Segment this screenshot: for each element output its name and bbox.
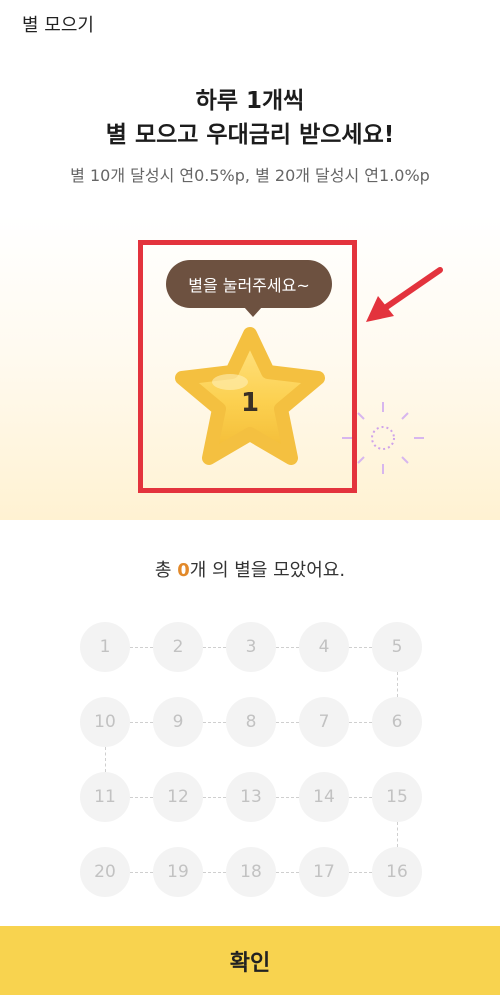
stamp-8: 8 [226,697,276,747]
tap-star-tooltip: 별을 눌러주세요~ [166,260,332,317]
stamp-2: 2 [153,622,203,672]
stamp-7: 7 [299,697,349,747]
stamp-12: 12 [153,772,203,822]
stamp-6: 6 [372,697,422,747]
stamp-5: 5 [372,622,422,672]
count-prefix: 총 [154,560,178,581]
stamp-15: 15 [372,772,422,822]
collected-count: 0 [177,560,190,581]
stamp-18: 18 [226,847,276,897]
stamp-grid: 1 2 3 4 5 10 9 8 7 6 11 12 13 14 15 20 1… [0,620,500,910]
tooltip-text: 별을 눌러주세요~ [188,276,310,295]
stamp-17: 17 [299,847,349,897]
headline-line-2: 별 모으고 우대금리 받으세요! [105,122,395,148]
stamp-3: 3 [226,622,276,672]
collected-count-text: 총 0개 의 별을 모았어요. [0,556,500,582]
intro-section: 하루 1개씩 별 모으고 우대금리 받으세요! 별 10개 달성시 연0.5%p… [0,84,500,186]
sparkle-icon [342,402,424,474]
stamp-16: 16 [372,847,422,897]
collect-star-button[interactable]: 1 [170,320,330,470]
count-suffix: 개 의 별을 모았어요. [189,560,346,581]
stamp-11: 11 [80,772,130,822]
stamp-9: 9 [153,697,203,747]
stamp-19: 19 [153,847,203,897]
stamp-10: 10 [80,697,130,747]
stamp-13: 13 [226,772,276,822]
confirm-button[interactable]: 확인 [0,926,500,995]
star-count-number: 1 [240,388,260,418]
pointer-arrow-icon [366,267,443,322]
top-bar: 별 모으기 [0,0,500,48]
stamp-1: 1 [80,622,130,672]
benefit-description: 별 10개 달성시 연0.5%p, 별 20개 달성시 연1.0%p [70,166,430,185]
page-title: 별 모으기 [22,15,94,36]
stamp-20: 20 [80,847,130,897]
stamp-4: 4 [299,622,349,672]
headline-line-1: 하루 1개씩 [195,88,305,114]
stamp-14: 14 [299,772,349,822]
